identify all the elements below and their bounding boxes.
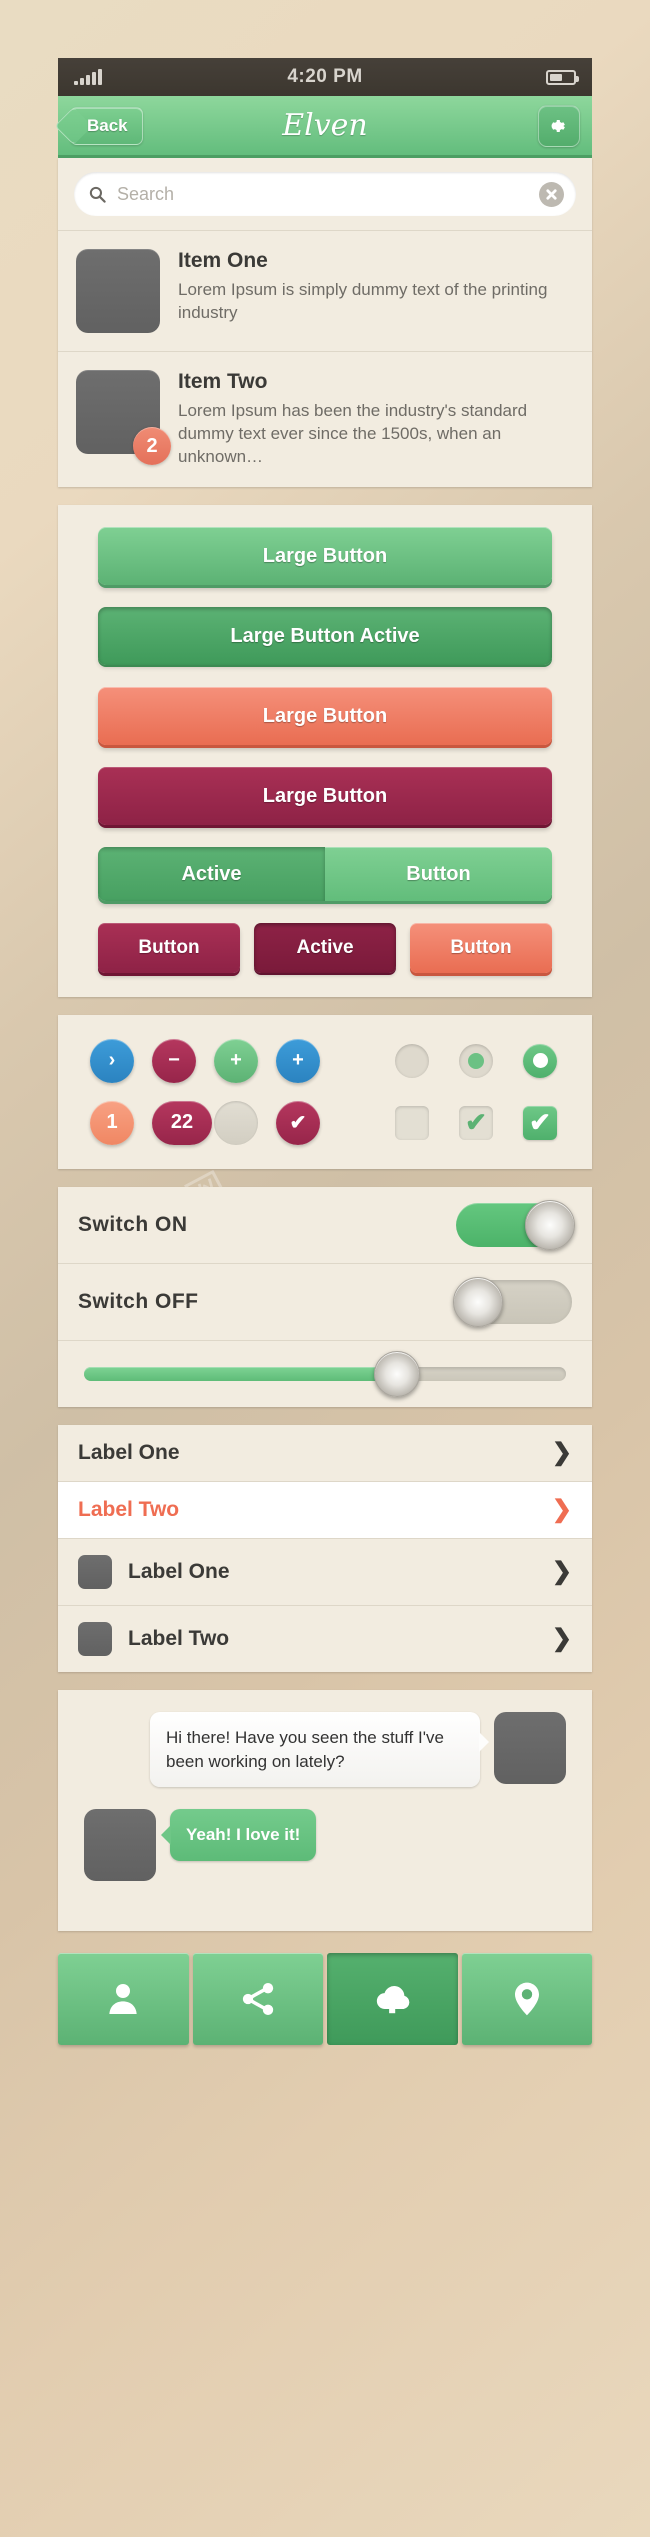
- toggle-switch-off[interactable]: [453, 1276, 572, 1327]
- switch-off-label: Switch OFF: [78, 1289, 199, 1313]
- row-thumbnail: [78, 1554, 112, 1589]
- switch-row-off: Switch OFF: [58, 1264, 592, 1341]
- slider-track[interactable]: [84, 1350, 566, 1397]
- search-panel: Search Item One Lorem Ipsum is simply du…: [58, 158, 592, 487]
- tab-share[interactable]: [192, 1953, 323, 2046]
- close-icon: [546, 188, 557, 200]
- chat-row-outgoing: Yeah! I love it!: [84, 1809, 566, 1882]
- toggle-switch-on[interactable]: [456, 1199, 575, 1250]
- switch-on-label: Switch ON: [78, 1212, 188, 1236]
- row-thumbnail: [78, 1621, 112, 1656]
- chevron-right-badge-icon[interactable]: ›: [90, 1038, 134, 1083]
- list-item[interactable]: Item One Lorem Ipsum is simply dummy tex…: [58, 231, 592, 352]
- plus-badge-green-icon[interactable]: +: [214, 1038, 258, 1083]
- item-badge: 2: [133, 427, 171, 465]
- clear-icon[interactable]: [539, 181, 564, 207]
- settings-button[interactable]: [538, 104, 580, 147]
- tab-cloud-upload[interactable]: [327, 1953, 458, 2046]
- cloud-upload-icon: [377, 1986, 410, 2014]
- label-row-one[interactable]: Label One ❯: [58, 1424, 592, 1482]
- small-button-magenta[interactable]: Button: [98, 922, 240, 973]
- label-row-two-selected[interactable]: Label Two ❯: [58, 1481, 592, 1539]
- search-wrap: Search: [58, 158, 592, 231]
- label-text: Label One: [78, 1440, 180, 1464]
- large-button-magenta[interactable]: Large Button: [98, 766, 552, 825]
- switch-row-on: Switch ON: [58, 1187, 592, 1264]
- chevron-right-icon: ❯: [551, 1495, 572, 1523]
- radio-checkbox-grid: ✔ ✔: [392, 1039, 560, 1145]
- label-text: Label Two: [128, 1626, 230, 1650]
- chat-bubble-outgoing[interactable]: Yeah! I love it!: [160, 1809, 317, 1862]
- switch-knob[interactable]: [525, 1199, 575, 1250]
- segment-normal[interactable]: Button: [325, 846, 552, 901]
- chat-panel: Hi there! Have you seen the stuff I've b…: [58, 1689, 592, 1932]
- chevron-right-icon: ❯: [551, 1624, 572, 1652]
- minus-badge-icon[interactable]: −: [152, 1038, 196, 1083]
- location-pin-icon: [514, 1983, 539, 2016]
- tab-bar: [58, 1953, 592, 2046]
- share-icon: [242, 1983, 273, 2016]
- count-badge-one: 1: [90, 1100, 134, 1145]
- empty-badge-icon[interactable]: [214, 1100, 258, 1145]
- badges-panel: › − + + 1 22 ✔ ✔ ✔: [58, 1014, 592, 1169]
- list-item-desc: Lorem Ipsum is simply dummy text of the …: [178, 280, 548, 322]
- nav-bar: Back Elven: [58, 96, 592, 158]
- list-item-desc: Lorem Ipsum has been the industry's stan…: [178, 401, 528, 466]
- avatar: [494, 1711, 566, 1784]
- small-button-magenta-active[interactable]: Active: [254, 922, 396, 973]
- list-item-text: Item Two Lorem Ipsum has been the indust…: [178, 370, 574, 469]
- buttons-panel: Large Button Large Button Active Large B…: [58, 504, 592, 997]
- tab-person[interactable]: [58, 1953, 189, 2046]
- plus-badge-blue-icon[interactable]: +: [276, 1038, 320, 1083]
- battery-icon: [546, 69, 579, 85]
- chat-bubble-incoming[interactable]: Hi there! Have you seen the stuff I've b…: [150, 1711, 489, 1788]
- list-item-title: Item Two: [178, 370, 268, 393]
- slider-fill: [84, 1366, 398, 1381]
- small-button-orange[interactable]: Button: [410, 922, 552, 973]
- chevron-right-icon: ❯: [551, 1557, 572, 1585]
- checkbox-empty[interactable]: [395, 1105, 429, 1140]
- chat-row-incoming: Hi there! Have you seen the stuff I've b…: [84, 1711, 566, 1788]
- item-thumbnail: [76, 249, 160, 333]
- status-bar: 4:20 PM: [58, 58, 592, 96]
- search-input[interactable]: Search: [74, 172, 576, 216]
- label-row-one-thumb[interactable]: Label One ❯: [58, 1538, 592, 1606]
- list-item-text: Item One Lorem Ipsum is simply dummy tex…: [178, 249, 574, 333]
- item-thumbnail: 2: [76, 370, 171, 465]
- radio-empty[interactable]: [395, 1043, 429, 1078]
- checkbox-checked[interactable]: ✔: [523, 1105, 557, 1140]
- radio-partial[interactable]: [459, 1043, 493, 1078]
- check-badge-icon[interactable]: ✔: [276, 1100, 320, 1145]
- search-placeholder: Search: [117, 183, 175, 204]
- badge-grid: › − + + 1 22 ✔: [90, 1038, 322, 1145]
- tab-location[interactable]: [461, 1953, 592, 2046]
- large-button-orange[interactable]: Large Button: [98, 686, 552, 745]
- label-list-panel: Label One ❯ Label Two ❯ Label One ❯ Labe…: [58, 1424, 592, 1672]
- label-row-two-thumb[interactable]: Label Two ❯: [58, 1605, 592, 1672]
- label-text: Label One: [128, 1559, 230, 1583]
- large-button-green-active[interactable]: Large Button Active: [98, 606, 552, 665]
- gear-icon: [551, 119, 565, 132]
- slider-knob[interactable]: [374, 1350, 421, 1397]
- count-badge-22: 22: [152, 1100, 212, 1145]
- segment-active[interactable]: Active: [98, 846, 325, 901]
- large-button-green[interactable]: Large Button: [98, 526, 552, 585]
- chevron-right-icon: ❯: [551, 1438, 572, 1466]
- list-item-title: Item One: [178, 249, 268, 272]
- back-button[interactable]: Back: [70, 106, 143, 145]
- person-icon: [109, 1984, 137, 2015]
- avatar: [84, 1809, 156, 1882]
- switches-panel: Switch ON Switch OFF: [58, 1186, 592, 1407]
- switch-knob[interactable]: [453, 1276, 503, 1327]
- radio-selected[interactable]: [523, 1043, 557, 1078]
- segmented-control: Active Button: [98, 846, 552, 901]
- checkbox-light[interactable]: ✔: [459, 1105, 493, 1140]
- small-button-row: Button Active Button: [98, 922, 552, 973]
- label-text: Label Two: [78, 1497, 180, 1521]
- phone-mockup: 4:20 PM Back Elven Search Item One Lorem…: [58, 58, 592, 2046]
- slider-row: [58, 1341, 592, 1407]
- status-clock: 4:20 PM: [287, 66, 363, 87]
- list-item[interactable]: 2 Item Two Lorem Ipsum has been the indu…: [58, 352, 592, 487]
- search-icon: [89, 186, 106, 203]
